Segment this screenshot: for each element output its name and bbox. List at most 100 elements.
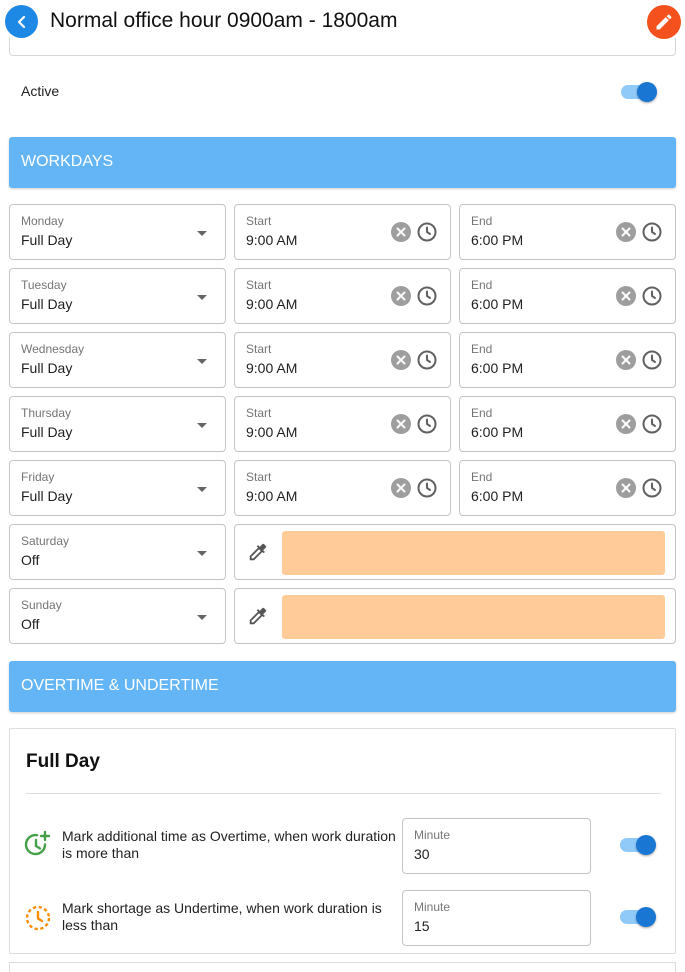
- dropdown-caret-icon: [197, 423, 207, 428]
- start-label: Start: [246, 406, 272, 420]
- edit-button[interactable]: [647, 5, 681, 39]
- start-label: Start: [246, 342, 272, 356]
- day-label: Thursday: [21, 406, 72, 420]
- end-time-value: 6:00 PM: [471, 232, 524, 248]
- end-time-field-thursday[interactable]: End 6:00 PM: [459, 396, 676, 452]
- dropdown-caret-icon: [197, 487, 207, 492]
- clear-icon[interactable]: [390, 221, 412, 243]
- start-time-value: 9:00 AM: [246, 296, 298, 312]
- day-select-saturday[interactable]: Saturday Off: [9, 524, 226, 580]
- day-label: Sunday: [21, 598, 62, 612]
- color-swatch[interactable]: [282, 595, 665, 639]
- end-time-value: 6:00 PM: [471, 360, 524, 376]
- rule-toggle-0[interactable]: [620, 834, 656, 855]
- day-select-monday[interactable]: Monday Full Day: [9, 204, 226, 260]
- start-time-value: 9:00 AM: [246, 360, 298, 376]
- dropdown-caret-icon: [197, 615, 207, 620]
- day-type-value: Full Day: [21, 360, 73, 376]
- clear-icon[interactable]: [390, 349, 412, 371]
- active-toggle[interactable]: [621, 81, 657, 102]
- card-title: Full Day: [26, 751, 100, 772]
- start-time-field-friday[interactable]: Start 9:00 AM: [234, 460, 451, 516]
- color-field-sunday[interactable]: [234, 588, 676, 644]
- day-label: Saturday: [21, 534, 70, 548]
- start-time-field-wednesday[interactable]: Start 9:00 AM: [234, 332, 451, 388]
- dropdown-caret-icon: [197, 551, 207, 556]
- clear-icon[interactable]: [615, 349, 637, 371]
- day-select-thursday[interactable]: Thursday Full Day: [9, 396, 226, 452]
- dropdown-caret-icon: [197, 231, 207, 236]
- day-label: Tuesday: [21, 278, 67, 292]
- divider: [26, 793, 661, 794]
- clear-icon[interactable]: [615, 477, 637, 499]
- minute-label: Minute: [414, 900, 451, 914]
- eyedropper-icon[interactable]: [247, 605, 269, 627]
- end-time-value: 6:00 PM: [471, 424, 524, 440]
- day-select-wednesday[interactable]: Wednesday Full Day: [9, 332, 226, 388]
- start-label: Start: [246, 214, 272, 228]
- clear-icon[interactable]: [615, 221, 637, 243]
- day-label: Friday: [21, 470, 55, 484]
- day-label: Monday: [21, 214, 64, 228]
- rule-toggle-1[interactable]: [620, 906, 656, 927]
- clear-icon[interactable]: [615, 413, 637, 435]
- day-type-value: Full Day: [21, 296, 73, 312]
- clock-icon[interactable]: [641, 349, 663, 371]
- day-type-value: Off: [21, 552, 40, 568]
- day-select-friday[interactable]: Friday Full Day: [9, 460, 226, 516]
- page-title: Normal office hour 0900am - 1800am: [50, 9, 398, 32]
- end-time-field-wednesday[interactable]: End 6:00 PM: [459, 332, 676, 388]
- end-label: End: [471, 470, 493, 484]
- eyedropper-icon[interactable]: [247, 541, 269, 563]
- clock-icon[interactable]: [416, 477, 438, 499]
- clock-icon[interactable]: [641, 413, 663, 435]
- start-time-field-thursday[interactable]: Start 9:00 AM: [234, 396, 451, 452]
- color-swatch[interactable]: [282, 531, 665, 575]
- minute-input-1[interactable]: Minute 15: [402, 890, 591, 946]
- clock-plus-icon: [23, 830, 53, 860]
- clear-icon[interactable]: [615, 285, 637, 307]
- end-time-field-friday[interactable]: End 6:00 PM: [459, 460, 676, 516]
- minute-input-0[interactable]: Minute 30: [402, 818, 591, 874]
- end-label: End: [471, 406, 493, 420]
- next-card-fragment: [9, 962, 676, 972]
- clock-icon[interactable]: [416, 413, 438, 435]
- dropdown-caret-icon: [197, 295, 207, 300]
- day-type-value: Full Day: [21, 488, 73, 504]
- clear-icon[interactable]: [390, 477, 412, 499]
- full-day-card: Full Day Mark additional time as Overtim…: [9, 728, 676, 954]
- end-label: End: [471, 214, 493, 228]
- start-time-value: 9:00 AM: [246, 424, 298, 440]
- clock-icon[interactable]: [416, 221, 438, 243]
- workdays-header: WORKDAYS: [9, 137, 676, 188]
- clock-icon[interactable]: [416, 349, 438, 371]
- rule-text: Mark shortage as Undertime, when work du…: [62, 900, 382, 933]
- clock-dashed-icon: [23, 902, 53, 932]
- day-select-tuesday[interactable]: Tuesday Full Day: [9, 268, 226, 324]
- clock-icon[interactable]: [641, 285, 663, 307]
- color-field-saturday[interactable]: [234, 524, 676, 580]
- end-time-value: 6:00 PM: [471, 488, 524, 504]
- start-time-field-monday[interactable]: Start 9:00 AM: [234, 204, 451, 260]
- end-time-value: 6:00 PM: [471, 296, 524, 312]
- start-time-field-tuesday[interactable]: Start 9:00 AM: [234, 268, 451, 324]
- overtime-header: OVERTIME & UNDERTIME: [9, 661, 676, 712]
- rule-text: Mark additional time as Overtime, when w…: [62, 828, 396, 861]
- day-type-value: Off: [21, 616, 40, 632]
- clear-icon[interactable]: [390, 285, 412, 307]
- minute-value: 15: [414, 918, 430, 934]
- clear-icon[interactable]: [390, 413, 412, 435]
- back-button[interactable]: [5, 5, 38, 38]
- clock-icon[interactable]: [641, 221, 663, 243]
- dropdown-caret-icon: [197, 359, 207, 364]
- day-type-value: Full Day: [21, 424, 73, 440]
- end-time-field-tuesday[interactable]: End 6:00 PM: [459, 268, 676, 324]
- clock-icon[interactable]: [416, 285, 438, 307]
- minute-label: Minute: [414, 828, 451, 842]
- day-select-sunday[interactable]: Sunday Off: [9, 588, 226, 644]
- end-time-field-monday[interactable]: End 6:00 PM: [459, 204, 676, 260]
- start-time-value: 9:00 AM: [246, 232, 298, 248]
- active-label: Active: [21, 83, 60, 99]
- minute-value: 30: [414, 846, 430, 862]
- clock-icon[interactable]: [641, 477, 663, 499]
